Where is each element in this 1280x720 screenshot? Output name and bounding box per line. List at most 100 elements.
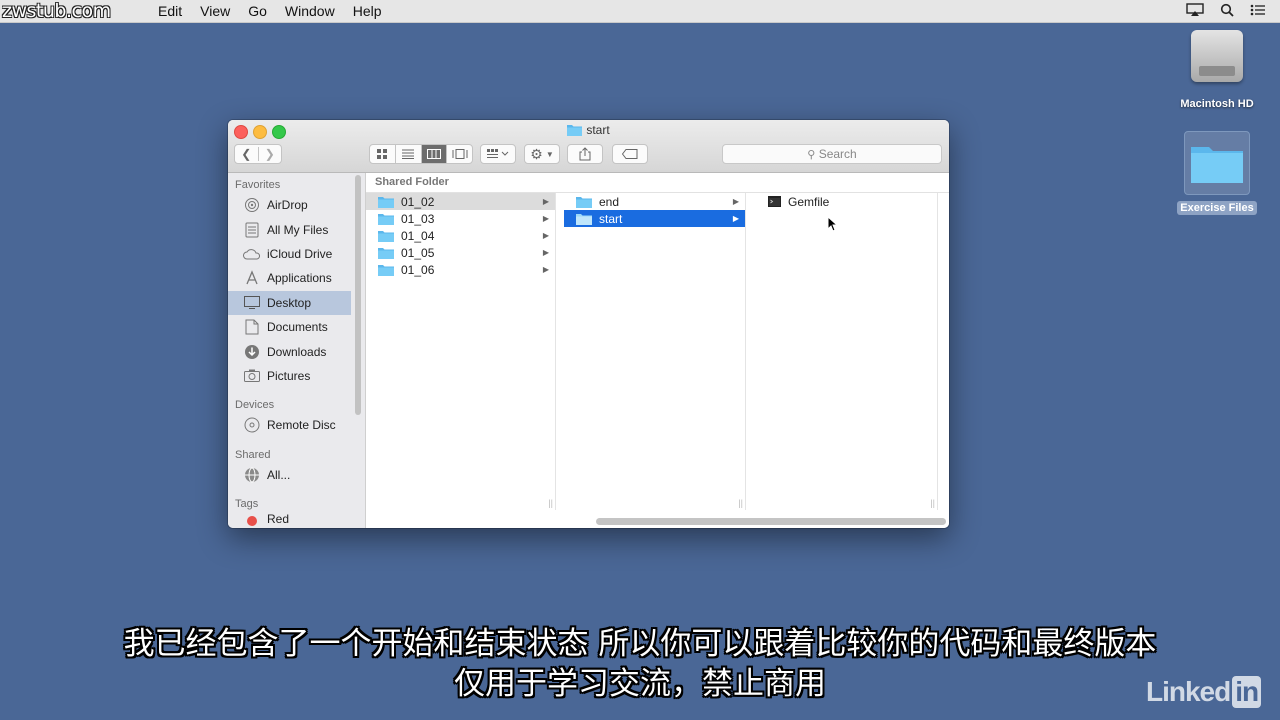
sidebar-header-favorites: Favorites — [235, 179, 281, 191]
folder-row-end[interactable]: end ▶ — [564, 193, 745, 210]
disclosure-arrow-icon: ▶ — [542, 248, 549, 257]
horizontal-scrollbar[interactable] — [596, 518, 946, 525]
sidebar-item-icloud-drive[interactable]: iCloud Drive — [228, 242, 365, 266]
folder-icon — [576, 196, 592, 208]
folder-icon — [378, 264, 394, 276]
search-placeholder: Search — [818, 147, 857, 161]
downloads-icon — [243, 343, 261, 361]
airdrop-icon — [243, 196, 261, 214]
notification-center-icon[interactable] — [1250, 3, 1266, 19]
sidebar-item-label: AirDrop — [267, 198, 308, 213]
folder-name: 01_03 — [401, 211, 435, 226]
tag-button[interactable] — [612, 144, 648, 164]
sidebar-item-pictures[interactable]: Pictures — [228, 364, 365, 388]
sidebar-item-label: Pictures — [267, 368, 311, 383]
sidebar-header-devices: Devices — [235, 399, 275, 412]
folder-name: 01_06 — [401, 262, 435, 277]
linkedin-logo: Linked in — [1146, 676, 1262, 708]
column-resize-handle[interactable]: || — [548, 498, 553, 508]
sidebar-item-tag-red[interactable]: Red — [228, 512, 365, 526]
disclosure-arrow-icon: ▶ — [542, 231, 549, 240]
columns-icon — [426, 149, 441, 159]
folder-icon — [1184, 131, 1250, 195]
folder-row-01-06[interactable]: 01_06 ▶ — [366, 261, 555, 278]
desktop-macintosh-hd[interactable]: Macintosh HD — [1172, 30, 1262, 110]
folder-name: 01_04 — [401, 228, 435, 243]
sidebar-scrollbar[interactable] — [355, 175, 361, 415]
camera-icon — [243, 367, 261, 385]
column-resize-handle[interactable]: || — [738, 498, 743, 508]
tag-color-dot-icon — [243, 512, 261, 526]
sidebar-item-label: Documents — [267, 320, 328, 335]
list-icon — [402, 149, 415, 159]
sidebar-item-all-my-files[interactable]: All My Files — [228, 217, 365, 241]
menu-view[interactable]: View — [191, 0, 239, 22]
airplay-icon[interactable] — [1186, 2, 1204, 20]
menu-go[interactable]: Go — [239, 0, 276, 22]
action-button[interactable]: ⚙ ▼ — [524, 144, 560, 164]
sidebar-item-label: All... — [267, 467, 291, 482]
documents-icon — [243, 318, 261, 336]
sidebar-header-tags: Tags — [235, 497, 259, 510]
linkedin-logo-in: in — [1232, 676, 1262, 708]
forward-button[interactable]: ❯ — [257, 147, 282, 161]
disclosure-arrow-icon: ▶ — [542, 265, 549, 274]
menu-help[interactable]: Help — [344, 0, 391, 22]
macintosh-hd-label: Macintosh HD — [1180, 98, 1254, 110]
title-bar: start ❮ ❯ ⚙ ▼ ⚲ Search — [228, 120, 949, 173]
folder-row-01-03[interactable]: 01_03 ▶ — [366, 210, 555, 227]
desktop-exercise-files[interactable]: Exercise Files — [1175, 131, 1259, 215]
status-icons — [1186, 0, 1266, 22]
folder-icon — [378, 213, 394, 225]
cover-flow-button[interactable] — [446, 145, 472, 163]
icon-view-button[interactable] — [370, 145, 395, 163]
exercise-files-label: Exercise Files — [1177, 201, 1257, 215]
path-label: Shared Folder — [366, 173, 949, 193]
folder-icon — [378, 196, 394, 208]
sidebar-item-remote-disc[interactable]: Remote Disc — [228, 413, 365, 437]
cover-flow-icon — [452, 149, 468, 159]
sidebar-item-downloads[interactable]: Downloads — [228, 339, 365, 363]
terminal-file-icon — [768, 196, 781, 207]
disclosure-arrow-icon: ▶ — [542, 197, 549, 206]
column-resize-handle[interactable]: || — [930, 498, 935, 508]
linkedin-logo-text: Linked — [1146, 676, 1231, 707]
share-button[interactable] — [567, 144, 603, 164]
gear-icon: ⚙ — [530, 145, 543, 162]
sidebar-item-label: Remote Disc — [267, 418, 336, 433]
column-browser: Shared Folder 01_02 ▶ 01_03 ▶ 01_04 ▶ 01… — [366, 173, 949, 528]
arrange-button[interactable] — [480, 144, 516, 164]
folder-icon — [378, 230, 394, 242]
nav-buttons: ❮ ❯ — [234, 144, 282, 164]
file-row-gemfile[interactable]: Gemfile — [756, 193, 937, 210]
disclosure-arrow-icon: ▶ — [732, 214, 739, 223]
disclosure-arrow-icon: ▶ — [542, 214, 549, 223]
mouse-cursor-icon — [827, 215, 839, 237]
subtitle-line-1: 我已经包含了一个开始和结束状态 所以你可以跟着比较你的代码和最终版本 — [123, 626, 1157, 662]
sidebar-item-shared-all[interactable]: All... — [228, 463, 365, 487]
desktop-icon — [243, 294, 261, 312]
folder-row-01-04[interactable]: 01_04 ▶ — [366, 227, 555, 244]
spotlight-search-icon[interactable] — [1220, 3, 1234, 20]
sidebar-item-documents[interactable]: Documents — [228, 315, 365, 339]
disclosure-arrow-icon: ▶ — [732, 197, 739, 206]
column-view-button[interactable] — [420, 145, 447, 163]
folder-row-start[interactable]: start ▶ — [564, 210, 745, 227]
sidebar-item-applications[interactable]: Applications — [228, 266, 365, 290]
list-view-button[interactable] — [394, 145, 421, 163]
menu-edit[interactable]: Edit — [149, 0, 191, 22]
sidebar-item-label: iCloud Drive — [267, 246, 333, 261]
back-button[interactable]: ❮ — [235, 147, 258, 161]
grid-icon — [377, 149, 388, 159]
folder-row-01-05[interactable]: 01_05 ▶ — [366, 244, 555, 261]
subtitle-line-2: 仅用于学习交流，禁止商用 — [454, 666, 826, 702]
applications-icon — [243, 269, 261, 287]
share-icon — [579, 147, 591, 161]
sidebar-item-airdrop[interactable]: AirDrop — [228, 193, 365, 217]
sidebar-item-label: All My Files — [267, 222, 329, 237]
sidebar-item-desktop[interactable]: Desktop — [228, 290, 351, 315]
folder-row-01-02[interactable]: 01_02 ▶ — [366, 193, 555, 210]
menu-window[interactable]: Window — [276, 0, 344, 22]
search-input[interactable]: ⚲ Search — [722, 144, 942, 164]
window-title-text: start — [586, 123, 610, 137]
